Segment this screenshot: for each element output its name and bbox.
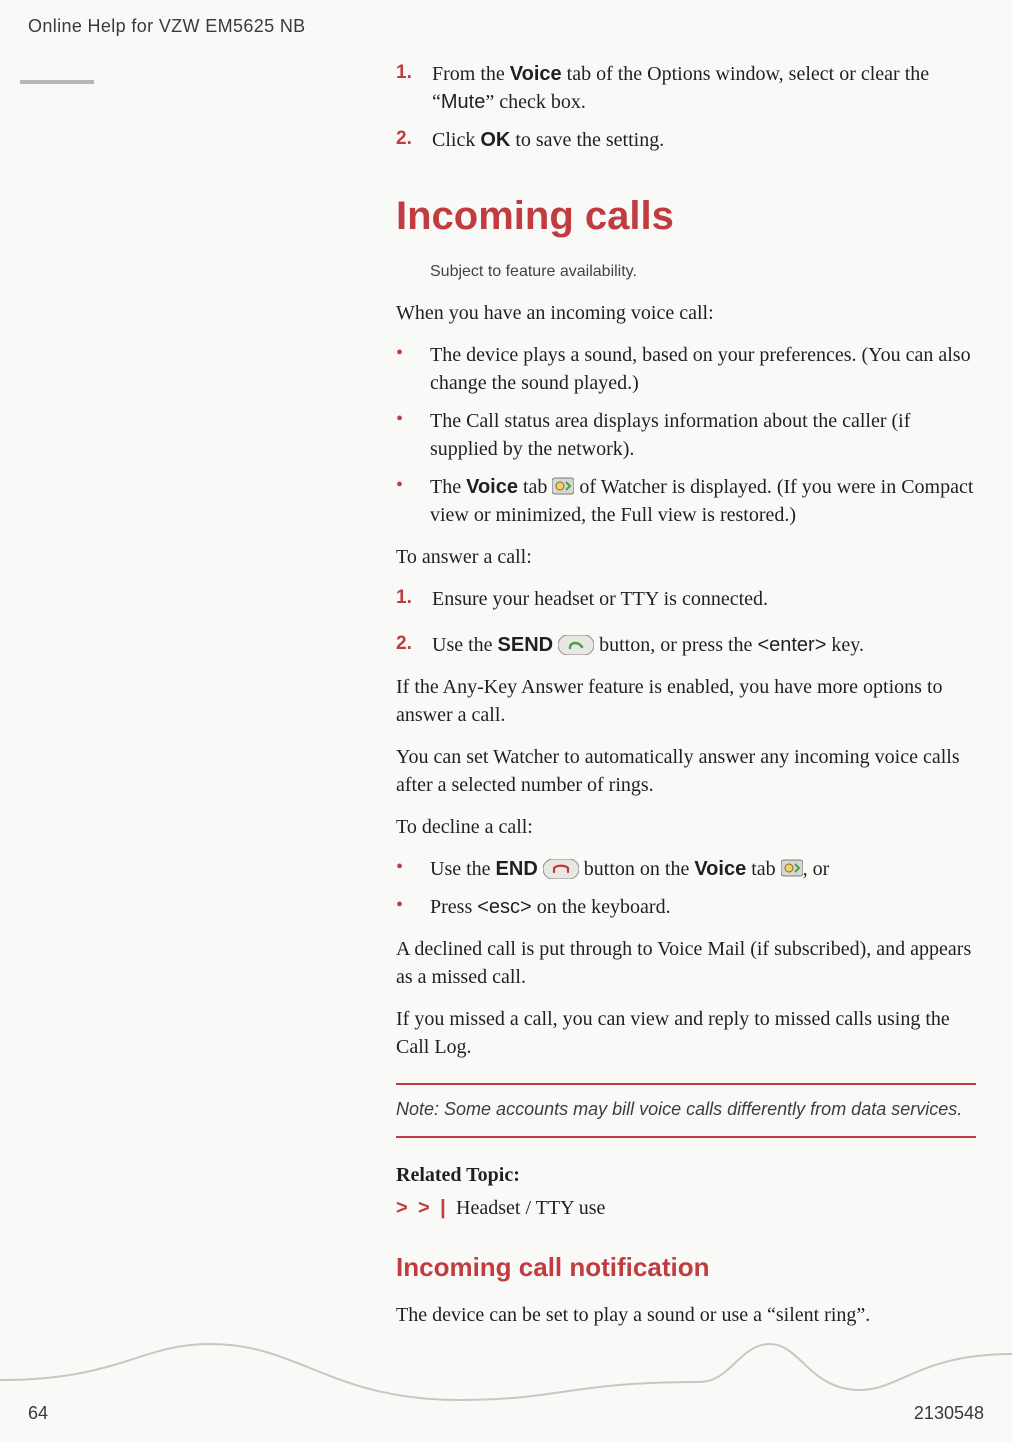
related-topic-row: > > | Headset / TTY use — [396, 1197, 976, 1220]
footer-page-number: 64 — [28, 1403, 48, 1424]
db1-bold2: Voice — [694, 858, 746, 880]
incoming-bullet-3-text: The Voice tab of Watcher is displayed. (… — [430, 473, 976, 529]
page: Online Help for VZW EM5625 NB 1. From th… — [0, 0, 1012, 1442]
step-2: 2. Click OK to save the setting. — [396, 126, 976, 154]
incoming-bullet-1-text: The device plays a sound, based on your … — [430, 341, 976, 397]
incoming-bullet-2-text: The Call status area displays informatio… — [430, 407, 976, 463]
step-1-pre: From the — [432, 63, 510, 85]
a2-post: key. — [826, 634, 864, 656]
answer-step-2-text: Use the SEND button, or press the <enter… — [432, 631, 976, 659]
bullet-dot: • — [396, 473, 430, 529]
side-rule — [20, 80, 94, 84]
incoming-intro: When you have an incoming voice call: — [396, 299, 976, 327]
step-1-mono: Mute — [441, 91, 485, 113]
bullet-dot: • — [396, 407, 430, 463]
answer-step-1-number: 1. — [396, 585, 432, 613]
bullet-dot: • — [396, 341, 430, 397]
related-topic-link[interactable]: Headset / TTY use — [456, 1197, 605, 1219]
step-1-post: ” check box. — [485, 91, 586, 113]
db2-pre: Press — [430, 896, 477, 918]
a2-bold: SEND — [498, 634, 554, 656]
b3-bold: Voice — [466, 476, 518, 498]
step-2-pre: Click — [432, 129, 480, 151]
step-1-text: From the Voice tab of the Options window… — [432, 60, 976, 116]
h2-incoming-call-notification: Incoming call notification — [396, 1252, 976, 1283]
incoming-bullet-3: • The Voice tab of Watcher is displayed.… — [396, 473, 976, 529]
db1-pre: Use the — [430, 858, 496, 880]
notification-body: The device can be set to play a sound or… — [396, 1301, 976, 1329]
decline-intro: To decline a call: — [396, 813, 976, 841]
subject-to-feature-note: Subject to feature availability. — [430, 263, 976, 281]
answer-step-1: 1. Ensure your headset or TTY is connect… — [396, 585, 976, 613]
note-block: Note: Some accounts may bill voice calls… — [396, 1083, 976, 1138]
step-2-bold: OK — [480, 129, 510, 151]
missed-paragraph: If you missed a call, you can view and r… — [396, 1005, 976, 1061]
b3-mid: tab — [518, 476, 552, 498]
decline-bullet-1-text: Use the END button on the Voice tab , or — [430, 855, 976, 883]
h1-incoming-calls: Incoming calls — [396, 194, 976, 239]
decline-bullet-2: • Press <esc> on the keyboard. — [396, 893, 976, 921]
db1-mid3: tab — [746, 858, 780, 880]
note-text: Some accounts may bill voice calls diffe… — [444, 1099, 962, 1119]
step-2-number: 2. — [396, 126, 432, 154]
answer-step-1-text: Ensure your headset or TTY is connected. — [432, 585, 976, 613]
end-icon — [543, 859, 579, 879]
step-1-bold: Voice — [510, 63, 562, 85]
decline-bullet-2-text: Press <esc> on the keyboard. — [430, 893, 976, 921]
a2-pre: Use the — [432, 634, 498, 656]
note-label: Note: — [396, 1099, 444, 1119]
decline-result: A declined call is put through to Voice … — [396, 935, 976, 991]
db1-bold1: END — [496, 858, 538, 880]
answer-step-2: 2. Use the SEND button, or press the <en… — [396, 631, 976, 659]
incoming-bullets: • The device plays a sound, based on you… — [396, 341, 976, 529]
anykey-paragraph: If the Any-Key Answer feature is enabled… — [396, 673, 976, 729]
step-2-post: to save the setting. — [510, 129, 664, 151]
incoming-bullet-1: • The device plays a sound, based on you… — [396, 341, 976, 397]
related-topic-heading: Related Topic: — [396, 1164, 976, 1187]
a2-after-icon: button, or press the — [594, 634, 757, 656]
b3-pre: The — [430, 476, 466, 498]
bullet-dot: • — [396, 855, 430, 883]
autoanswer-paragraph: You can set Watcher to automatically ans… — [396, 743, 976, 799]
db2-post: on the keyboard. — [532, 896, 671, 918]
decline-bullet-1: • Use the END button on the Voice tab — [396, 855, 976, 883]
send-icon — [558, 635, 594, 655]
running-header: Online Help for VZW EM5625 NB — [28, 16, 306, 37]
voice-tab-icon — [552, 476, 574, 496]
step-1: 1. From the Voice tab of the Options win… — [396, 60, 976, 116]
footer-doc-number: 2130548 — [914, 1403, 984, 1424]
db1-post: , or — [803, 858, 830, 880]
incoming-bullet-2: • The Call status area displays informat… — [396, 407, 976, 463]
decline-bullets: • Use the END button on the Voice tab — [396, 855, 976, 921]
related-chevron-icon: > > | — [396, 1197, 456, 1219]
content-column: 1. From the Voice tab of the Options win… — [396, 60, 976, 1343]
a2-mono: <enter> — [757, 634, 826, 656]
answer-step-2-number: 2. — [396, 631, 432, 659]
db2-mono: <esc> — [477, 896, 531, 918]
voice-tab-icon — [781, 858, 803, 878]
db1-mid2: button on the — [579, 858, 695, 880]
answer-intro: To answer a call: — [396, 543, 976, 571]
step-1-number: 1. — [396, 60, 432, 116]
step-2-text: Click OK to save the setting. — [432, 126, 976, 154]
bullet-dot: • — [396, 893, 430, 921]
